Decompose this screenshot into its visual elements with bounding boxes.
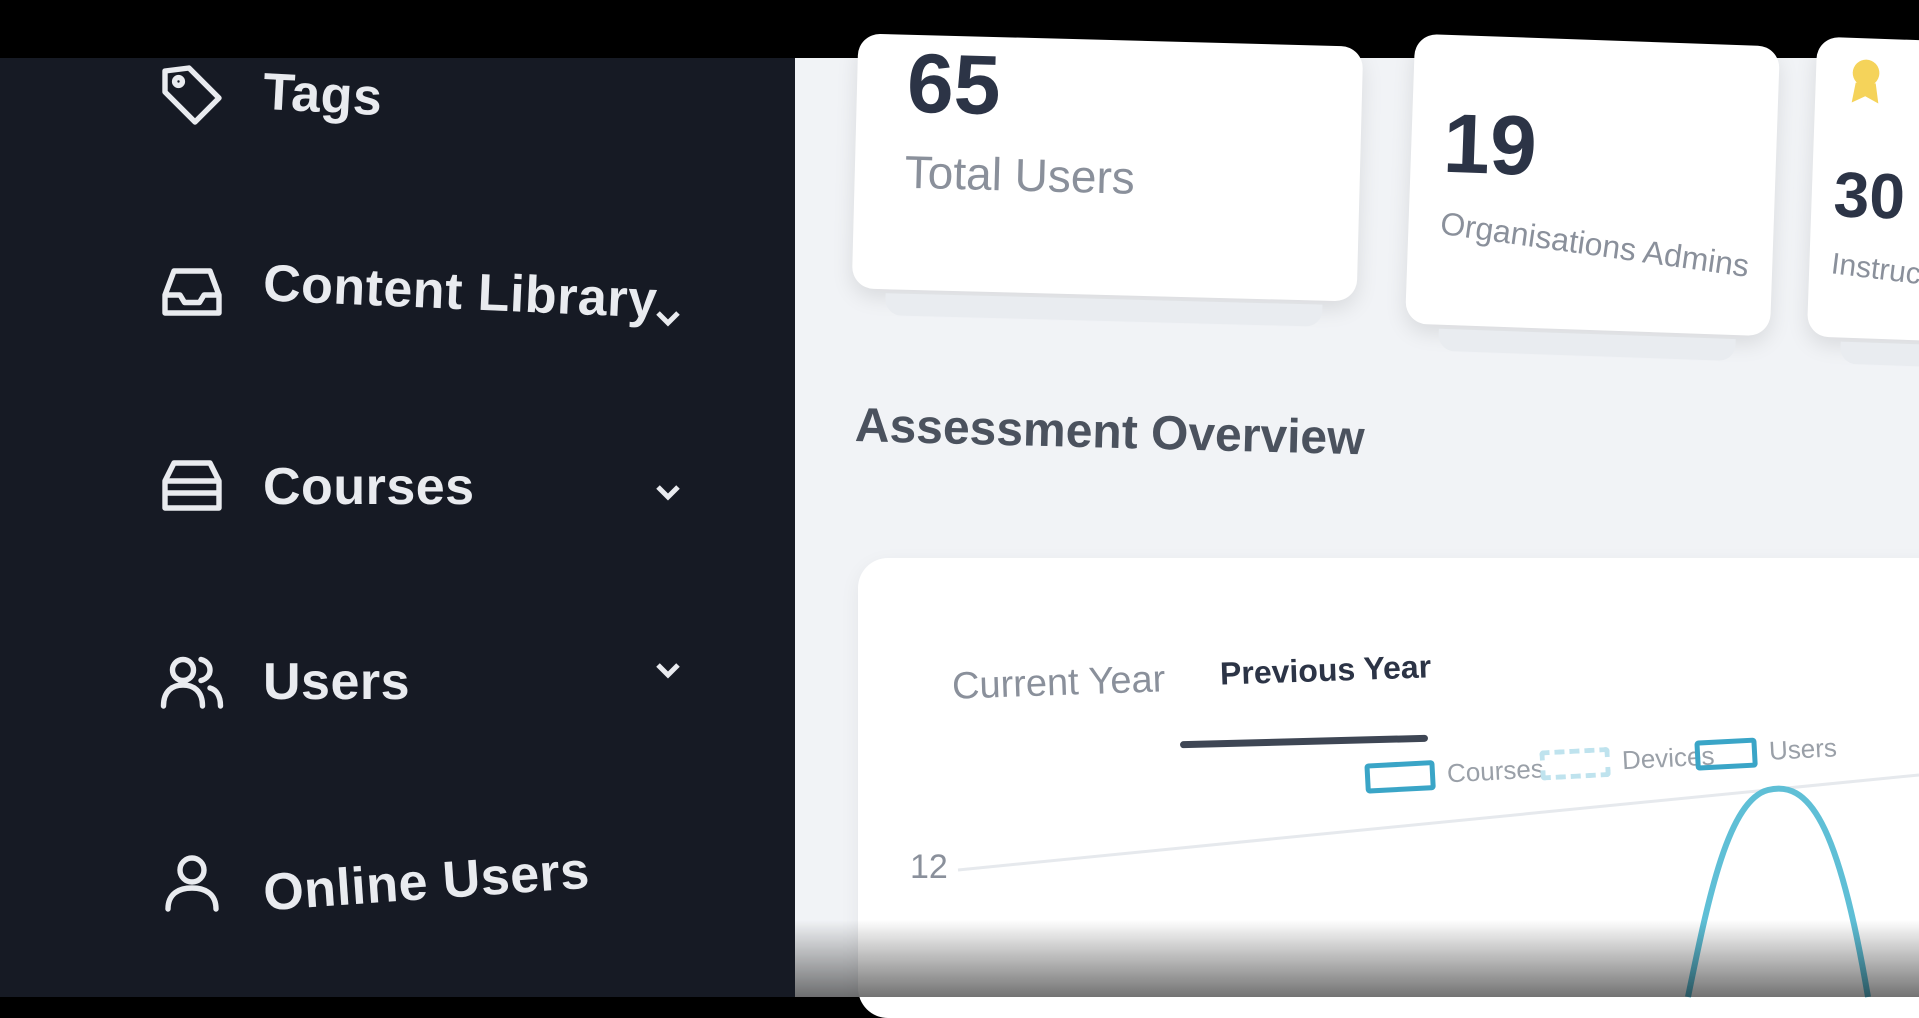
sidebar-item-online-users[interactable]: Online Users — [155, 842, 591, 922]
chevron-down-icon[interactable] — [648, 472, 688, 512]
archive-icon — [155, 450, 229, 524]
stat-card-total-users: 65 Total Users — [851, 33, 1364, 302]
sidebar-item-content-library[interactable]: Content Library — [155, 254, 659, 330]
users-icon — [155, 645, 229, 719]
user-icon — [155, 845, 229, 919]
sidebar-item-tags[interactable]: Tags — [155, 58, 384, 132]
bottom-shadow — [795, 920, 1919, 997]
tab-previous-year[interactable]: Previous Year — [1219, 648, 1431, 692]
tag-icon — [155, 58, 229, 132]
stat-label: Organisations Admins — [1438, 204, 1752, 284]
stat-card-instructors: 30 Instructo — [1806, 36, 1919, 344]
award-icon — [1845, 56, 1887, 107]
sidebar-item-label: Tags — [261, 62, 384, 128]
stat-label: Instructo — [1829, 247, 1919, 295]
stat-label: Total Users — [904, 145, 1136, 204]
chevron-down-icon[interactable] — [648, 298, 688, 338]
chevron-down-icon[interactable] — [648, 650, 688, 690]
sidebar-item-users[interactable]: Users — [155, 645, 410, 719]
sidebar-item-courses[interactable]: Courses — [155, 450, 475, 524]
stat-card-organisations-admins: 19 Organisations Admins — [1405, 33, 1780, 337]
sidebar-item-label: Courses — [263, 458, 475, 516]
stat-value: 19 — [1441, 95, 1539, 194]
stat-value: 65 — [905, 35, 1002, 133]
sidebar-item-label: Online Users — [261, 841, 592, 923]
stat-value: 30 — [1832, 158, 1907, 233]
inbox-icon — [155, 255, 229, 329]
sidebar-item-label: Users — [263, 653, 411, 711]
sidebar-item-label: Content Library — [261, 254, 659, 330]
